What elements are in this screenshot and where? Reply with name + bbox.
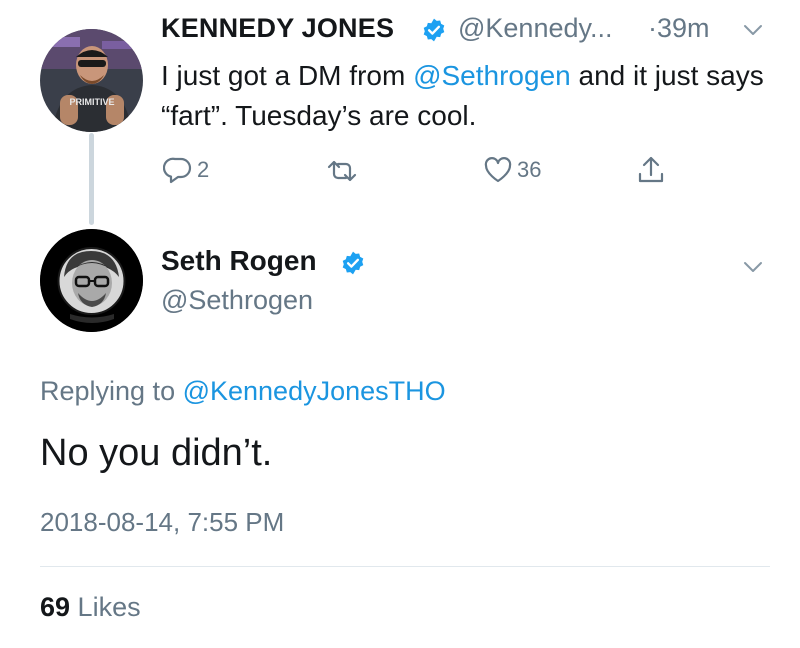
thread-connector-line <box>89 133 94 225</box>
likes-label: Likes <box>70 592 141 622</box>
tweet-text: I just got a DM from @Sethrogen and it j… <box>161 56 771 136</box>
share-icon <box>638 156 664 183</box>
like-action-button[interactable]: 36 <box>483 156 541 184</box>
reply-action-button[interactable]: 2 <box>163 156 209 184</box>
verified-badge-icon <box>421 17 447 48</box>
share-action-button[interactable] <box>636 155 666 185</box>
likes-count: 69 <box>40 592 71 622</box>
likes-summary[interactable]: 69 Likes <box>40 592 141 623</box>
kennedy-jones-avatar[interactable]: PRIMITIVE <box>40 29 143 132</box>
reply-text: No you didn’t. <box>40 432 273 474</box>
retweet-action-button[interactable] <box>326 158 358 184</box>
verified-badge-icon <box>340 250 366 281</box>
tweet-mention-link[interactable]: @Sethrogen <box>413 60 571 91</box>
avatar-shirt-text: PRIMITIVE <box>69 97 114 107</box>
replying-to-link[interactable]: @KennedyJonesTHO <box>183 376 446 406</box>
reply-author-handle[interactable]: @Sethrogen <box>161 285 313 316</box>
seth-rogen-avatar[interactable] <box>40 229 143 332</box>
tweet-text-part1: I just got a DM from <box>161 60 414 91</box>
replying-prefix: Replying to <box>40 376 183 406</box>
replying-to-line: Replying to @KennedyJonesTHO <box>40 376 446 407</box>
reply-count: 2 <box>197 157 210 182</box>
reply-icon <box>163 157 192 184</box>
heart-icon <box>484 157 512 183</box>
avatar-photo-icon <box>40 229 143 332</box>
retweet-icon <box>327 160 357 182</box>
tweet-author-handle[interactable]: @Kennedy... <box>458 13 613 44</box>
tweet-relative-time[interactable]: ·39m <box>648 13 710 44</box>
tweet-author-name[interactable]: KENNEDY JONES <box>161 13 394 44</box>
reply-options-chevron-icon[interactable] <box>743 260 763 279</box>
reply-author-name[interactable]: Seth Rogen <box>161 245 317 277</box>
tweet-options-chevron-icon[interactable] <box>743 23 763 42</box>
divider <box>40 566 770 567</box>
like-count: 36 <box>517 157 542 182</box>
avatar-photo-icon: PRIMITIVE <box>40 29 143 132</box>
reply-timestamp[interactable]: 2018-08-14, 7:55 PM <box>40 507 284 538</box>
